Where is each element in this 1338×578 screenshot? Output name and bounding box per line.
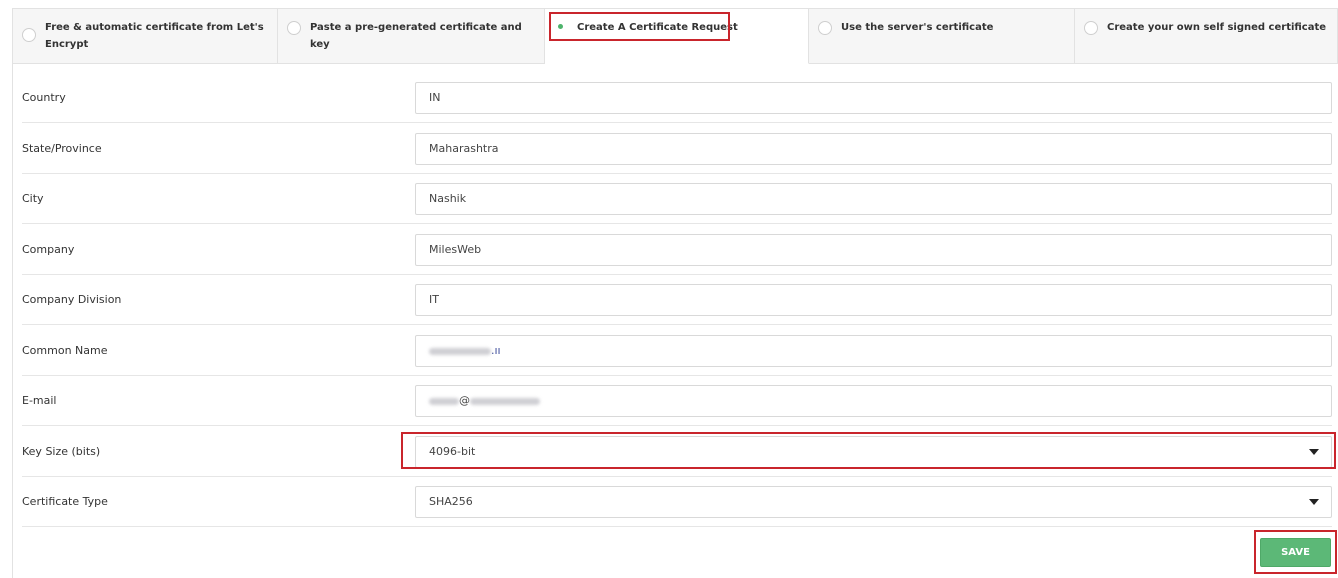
state-input[interactable]: Maharashtra [415,133,1332,165]
company-division-label: Company Division [22,293,122,306]
email-label: E-mail [22,394,57,407]
form-row-certificate-type: Certificate Type SHA256 [22,477,1332,527]
tab-label: Free & automatic certificate from Let's … [45,22,264,50]
city-input[interactable]: Nashik [415,183,1332,215]
tab-server-certificate[interactable]: Use the server's certificate [809,8,1075,64]
tab-create-certificate-request[interactable]: Create A Certificate Request [545,8,809,64]
tab-paste-certificate[interactable]: Paste a pre-generated certificate and ke… [278,8,545,64]
country-label: Country [22,91,66,104]
form-row-state: State/Province Maharashtra [22,124,1332,174]
dropdown-caret-icon [1309,449,1319,455]
tab-lets-encrypt[interactable]: Free & automatic certificate from Let's … [12,8,278,64]
radio-unselected-icon[interactable] [1084,21,1098,35]
dropdown-caret-icon [1309,499,1319,505]
city-label: City [22,192,44,205]
key-size-value: 4096-bit [429,445,476,458]
state-label: State/Province [22,142,102,155]
radio-selected-icon[interactable] [554,20,568,34]
tab-label: Create A Certificate Request [577,22,738,33]
country-input[interactable]: IN [415,82,1332,114]
key-size-label: Key Size (bits) [22,445,101,458]
save-button[interactable]: SAVE [1260,538,1331,567]
tab-self-signed-certificate[interactable]: Create your own self signed certificate [1075,8,1338,64]
key-size-select[interactable]: 4096-bit [415,436,1332,468]
form-row-email: E-mail @ [22,376,1332,426]
company-input[interactable]: MilesWeb [415,234,1332,266]
common-name-input[interactable]: .ıı [415,335,1332,367]
radio-unselected-icon[interactable] [287,21,301,35]
email-at-sign: @ [459,394,470,407]
certificate-type-value: SHA256 [429,495,473,508]
form-row-company-division: Company Division IT [22,275,1332,325]
company-division-value: IT [429,293,439,306]
form-row-common-name: Common Name .ıı [22,326,1332,376]
radio-unselected-icon[interactable] [22,28,36,42]
form-row-city: City Nashik [22,174,1332,224]
common-name-suffix: .ıı [491,344,501,357]
certificate-type-select[interactable]: SHA256 [415,486,1332,518]
form-row-country: Country IN [22,73,1332,123]
tab-label: Create your own self signed certificate [1107,22,1327,33]
tab-label: Paste a pre-generated certificate and ke… [310,22,522,50]
certificate-option-tabs: Free & automatic certificate from Let's … [12,8,1338,64]
form-row-key-size: Key Size (bits) 4096-bit [22,427,1332,477]
city-value: Nashik [429,192,467,205]
certificate-type-label: Certificate Type [22,495,108,508]
redacted-text [429,397,459,405]
company-label: Company [22,243,75,256]
radio-unselected-icon[interactable] [818,21,832,35]
country-value: IN [429,91,441,104]
company-division-input[interactable]: IT [415,284,1332,316]
email-input[interactable]: @ [415,385,1332,417]
redacted-text [470,397,540,405]
state-value: Maharashtra [429,142,499,155]
common-name-label: Common Name [22,344,108,357]
company-value: MilesWeb [429,243,482,256]
tab-label: Use the server's certificate [841,22,994,33]
redacted-text [429,347,491,355]
form-row-company: Company MilesWeb [22,225,1332,275]
